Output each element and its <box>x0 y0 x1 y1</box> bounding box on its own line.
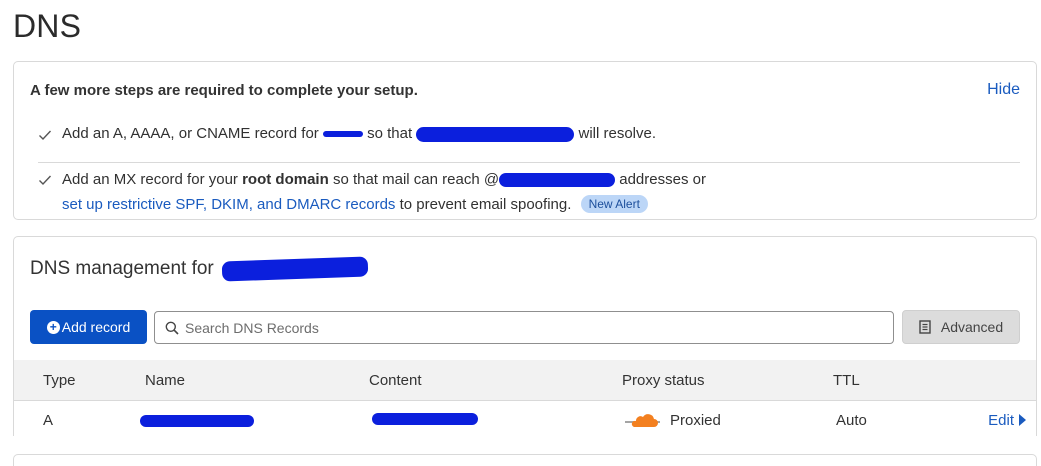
step-mx-line2: set up restrictive SPF, DKIM, and DMARC … <box>62 195 648 213</box>
search-icon <box>165 321 179 335</box>
column-proxy-status[interactable]: Proxy status <box>622 372 705 389</box>
redacted-domain <box>416 126 575 142</box>
column-type[interactable]: Type <box>43 372 76 389</box>
cloud-icon <box>625 414 660 427</box>
setup-step-mx: Add an MX record for your root domain so… <box>38 162 1020 213</box>
advanced-button[interactable]: Advanced <box>902 310 1020 344</box>
redacted-record-content <box>372 413 478 425</box>
redacted-domain <box>322 131 363 138</box>
edit-record-link[interactable]: Edit <box>988 412 1026 429</box>
column-name[interactable]: Name <box>145 372 185 389</box>
redacted-domain <box>221 256 369 282</box>
new-alert-badge: New Alert <box>580 195 648 213</box>
record-type: A <box>43 412 54 429</box>
plus-circle-icon: + <box>46 320 60 334</box>
proxy-status: Proxied <box>670 412 721 429</box>
column-content[interactable]: Content <box>369 372 422 389</box>
dns-table-header: Type Name Content Proxy status TTL <box>14 360 1036 401</box>
redacted-domain <box>499 173 616 188</box>
check-icon <box>39 175 52 186</box>
hide-link[interactable]: Hide <box>987 81 1020 99</box>
column-ttl[interactable]: TTL <box>833 372 860 389</box>
step-mx-text: Add an MX record for your root domain so… <box>62 171 706 188</box>
search-dns-records[interactable] <box>154 311 894 344</box>
setup-heading: A few more steps are required to complet… <box>30 82 418 99</box>
search-input[interactable] <box>185 319 885 336</box>
check-icon <box>39 130 52 141</box>
step-cname-text: Add an A, AAAA, or CNAME record for so t… <box>62 125 657 142</box>
dns-management-heading: DNS management for <box>30 256 369 282</box>
page-title: DNS <box>13 8 82 44</box>
redacted-record-name <box>140 415 254 427</box>
add-record-button[interactable]: + Add record <box>30 310 147 344</box>
table-row[interactable]: A Proxied Auto Edit <box>14 401 1036 436</box>
next-card <box>13 454 1037 466</box>
dns-management-card: DNS management for + Add record Advanced… <box>13 236 1037 436</box>
record-ttl: Auto <box>836 412 867 429</box>
setup-steps-card: A few more steps are required to complet… <box>13 61 1037 220</box>
caret-right-icon <box>1019 414 1026 426</box>
document-icon <box>919 320 931 334</box>
spf-dkim-dmarc-link[interactable]: set up restrictive SPF, DKIM, and DMARC … <box>62 196 395 213</box>
